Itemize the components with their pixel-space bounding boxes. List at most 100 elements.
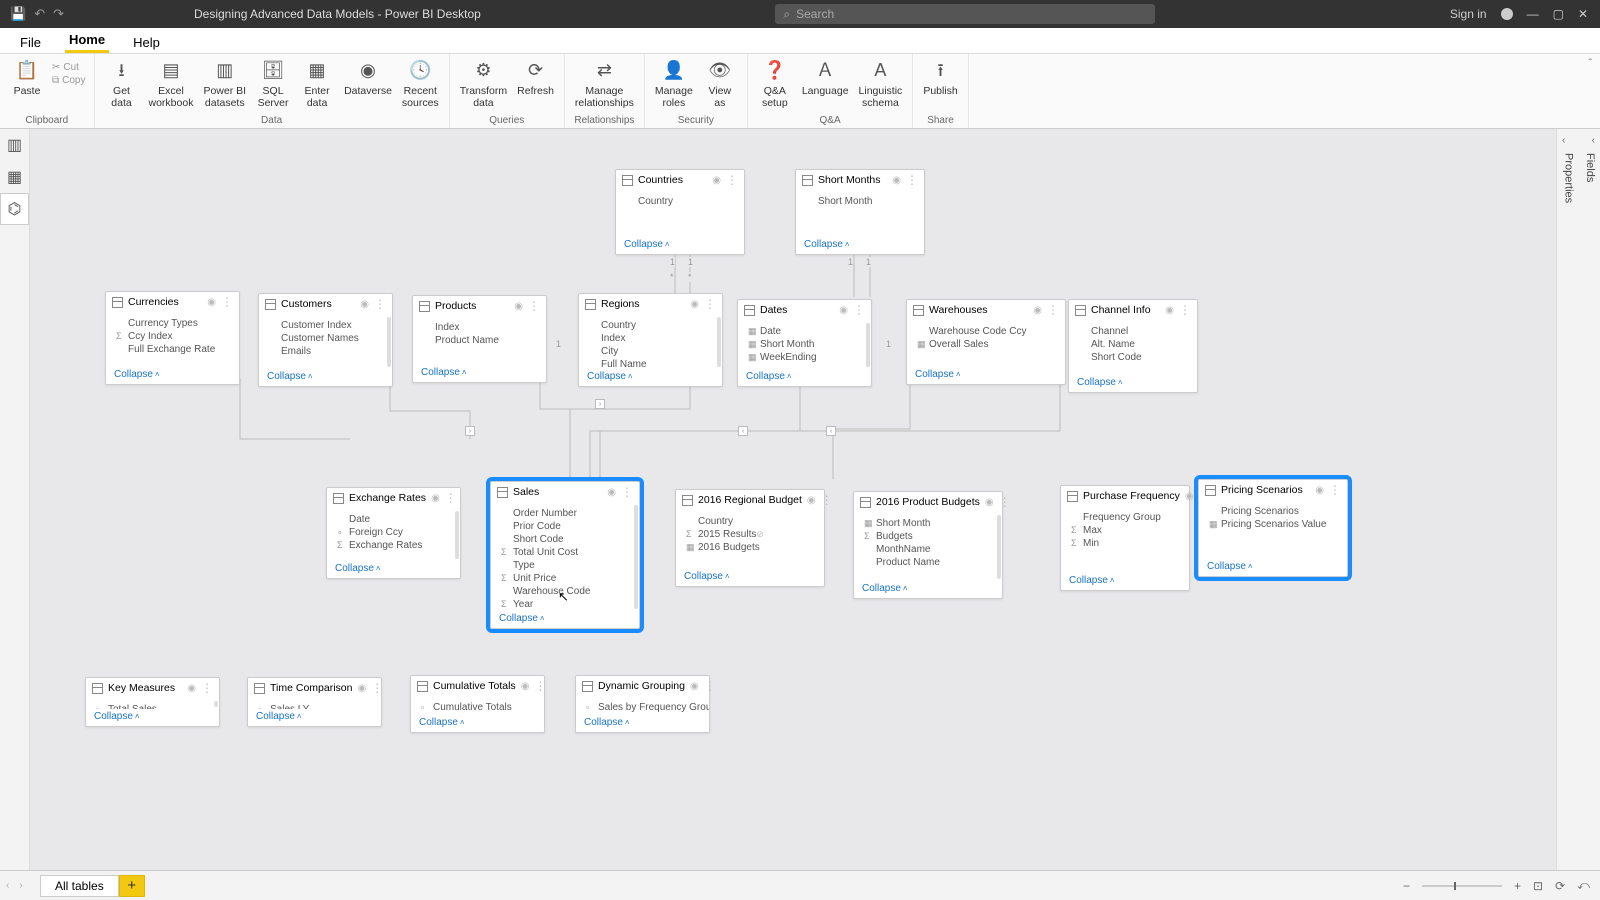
more-icon[interactable]: ⋮ — [445, 494, 457, 502]
ribbon-button[interactable]: 🕓Recentsources — [400, 56, 441, 113]
field-item[interactable]: ▦2016 Budgets — [686, 541, 822, 554]
table-card-channelinfo[interactable]: Channel Info◉⋮ChannelAlt. NameShort Code… — [1068, 299, 1198, 393]
table-header[interactable]: Pricing Scenarios◉⋮ — [1199, 480, 1347, 501]
more-icon[interactable]: ⋮ — [1047, 306, 1059, 314]
field-item[interactable]: ΣMin — [1071, 537, 1187, 550]
ribbon-button[interactable]: ＡLanguage — [800, 56, 851, 113]
field-item[interactable]: ▫Total Sales — [96, 703, 217, 709]
collapse-link[interactable]: Collapse˄ — [421, 367, 467, 378]
visibility-icon[interactable]: ◉ — [690, 299, 699, 310]
collapse-link[interactable]: Collapse˄ — [624, 239, 670, 250]
ribbon-button[interactable]: ▤Excelworkbook — [147, 56, 196, 113]
collapse-link[interactable]: Collapse˄ — [1207, 561, 1253, 572]
field-item[interactable]: ▦Short Month — [748, 338, 869, 351]
expand-fields-icon[interactable]: ‹ — [1592, 135, 1595, 146]
ribbon-button[interactable]: ⭳Getdata — [103, 56, 141, 113]
cut-button[interactable]: ✂Cut — [52, 62, 86, 73]
field-item[interactable]: Emails — [269, 345, 390, 358]
field-item[interactable]: Warehouse Code — [501, 585, 637, 598]
field-item[interactable]: ▦WeekEnding — [748, 351, 869, 364]
table-card-dates[interactable]: Dates◉⋮▦Date▦Short Month▦WeekEndingColla… — [737, 299, 872, 387]
table-header[interactable]: Channel Info◉⋮ — [1069, 300, 1197, 321]
fields-pane-tab[interactable]: Fields — [1579, 129, 1600, 870]
avatar-icon[interactable] — [1501, 8, 1513, 20]
collapse-link[interactable]: Collapse˄ — [114, 369, 160, 380]
collapse-link[interactable]: Collapse˄ — [419, 717, 465, 728]
more-icon[interactable]: ⋮ — [621, 488, 633, 496]
collapse-link[interactable]: Collapse˄ — [1077, 377, 1123, 388]
field-item[interactable]: Frequency Group — [1071, 511, 1187, 524]
redo-icon[interactable]: ↷ — [53, 6, 64, 22]
table-header[interactable]: Sales◉⋮ — [491, 482, 639, 503]
table-header[interactable]: Cumulative Totals◉⋮ — [411, 676, 544, 697]
table-header[interactable]: Dynamic Grouping◉⋮ — [576, 676, 709, 697]
visibility-icon[interactable]: ◉ — [514, 301, 523, 312]
ribbon-button[interactable]: ▦Enterdata — [298, 56, 336, 113]
save-icon[interactable]: 💾 — [10, 6, 26, 22]
undo-icon[interactable]: ↶ — [34, 6, 45, 22]
field-item[interactable]: Σ2015 Results⊘ — [686, 528, 822, 541]
fit-to-page-icon[interactable]: ⊡ — [1533, 879, 1543, 893]
collapse-link[interactable]: Collapse˄ — [915, 369, 961, 380]
model-canvas[interactable]: 11 ** 11 11 1 1 1 1 › › ‹ ‹ Countries◉⋮C… — [30, 129, 1556, 870]
table-card-pricingscenarios[interactable]: Pricing Scenarios◉⋮Pricing Scenarios▦Pri… — [1198, 479, 1348, 577]
field-item[interactable]: Country — [589, 319, 720, 332]
table-header[interactable]: Regions◉⋮ — [579, 294, 722, 315]
table-header[interactable]: Currencies◉⋮ — [106, 292, 239, 313]
more-icon[interactable]: ⋮ — [534, 682, 546, 690]
collapse-link[interactable]: Collapse˄ — [256, 711, 302, 722]
ribbon-button[interactable]: ◉Dataverse — [342, 56, 394, 113]
field-item[interactable]: Full Name — [589, 358, 720, 369]
more-icon[interactable]: ⋮ — [704, 682, 716, 690]
table-card-keymeasures[interactable]: Key Measures◉⋮▫Total SalesCollapse˄ — [85, 677, 220, 727]
visibility-icon[interactable]: ◉ — [357, 683, 366, 694]
visibility-icon[interactable]: ◉ — [807, 495, 816, 506]
ribbon-button[interactable]: 🗄SQLServer — [254, 56, 292, 113]
table-card-currencies[interactable]: Currencies◉⋮Currency TypesΣCcy IndexFull… — [105, 291, 240, 385]
collapse-link[interactable]: Collapse˄ — [684, 571, 730, 582]
more-icon[interactable]: ⋮ — [374, 300, 386, 308]
table-header[interactable]: 2016 Regional Budget◉⋮ — [676, 490, 824, 511]
visibility-icon[interactable]: ◉ — [360, 299, 369, 310]
field-item[interactable]: Index — [423, 321, 544, 334]
field-item[interactable]: Type — [501, 559, 637, 572]
more-icon[interactable]: ⋮ — [906, 176, 918, 184]
collapse-link[interactable]: Collapse˄ — [94, 711, 140, 722]
table-header[interactable]: 2016 Product Budgets◉⋮ — [854, 492, 1002, 513]
collapse-ribbon-icon[interactable]: ˆ — [1589, 58, 1592, 69]
table-header[interactable]: Countries◉⋮ — [616, 170, 744, 191]
field-item[interactable]: ΣUnit Price — [501, 572, 637, 585]
table-card-regions[interactable]: Regions◉⋮CountryIndexCityFull NameCollap… — [578, 293, 723, 387]
table-header[interactable]: Exchange Rates◉⋮ — [327, 488, 460, 509]
field-item[interactable]: Product Name — [864, 556, 1000, 569]
field-item[interactable]: ΣMax — [1071, 524, 1187, 537]
table-card-customers[interactable]: Customers◉⋮Customer IndexCustomer NamesE… — [258, 293, 393, 387]
field-item[interactable]: Customer Names — [269, 332, 390, 345]
visibility-icon[interactable]: ◉ — [985, 497, 994, 508]
field-item[interactable]: Customer Index — [269, 319, 390, 332]
field-item[interactable]: Warehouse Code Ccy — [917, 325, 1063, 338]
collapse-link[interactable]: Collapse˄ — [267, 371, 313, 382]
field-item[interactable]: Order Number — [501, 507, 637, 520]
field-item[interactable]: Short Code — [1079, 351, 1195, 364]
collapse-link[interactable]: Collapse˄ — [499, 613, 545, 624]
more-icon[interactable]: ⋮ — [1179, 306, 1191, 314]
collapse-link[interactable]: Collapse˄ — [862, 583, 908, 594]
field-item[interactable]: Country — [686, 515, 822, 528]
visibility-icon[interactable]: ◉ — [839, 305, 848, 316]
search-box[interactable]: ⌕ Search — [775, 4, 1155, 24]
more-icon[interactable]: ⋮ — [999, 498, 1011, 506]
field-item[interactable]: ΣTotal Unit Cost — [501, 546, 637, 559]
minimize-icon[interactable]: — — [1527, 7, 1539, 21]
table-card-productbudgets[interactable]: 2016 Product Budgets◉⋮▦Short MonthΣBudge… — [853, 491, 1003, 599]
expand-properties-icon[interactable]: ‹ — [1562, 135, 1565, 146]
field-item[interactable]: Pricing Scenarios — [1209, 505, 1345, 518]
more-icon[interactable]: ⋮ — [371, 684, 383, 692]
properties-pane-tab[interactable]: Properties — [1557, 129, 1579, 870]
visibility-icon[interactable]: ◉ — [1185, 491, 1194, 502]
ribbon-button[interactable]: ⚙Transformdata — [458, 56, 509, 113]
tab-home[interactable]: Home — [65, 28, 109, 53]
table-header[interactable]: Warehouses◉⋮ — [907, 300, 1065, 321]
more-icon[interactable]: ⋮ — [821, 496, 833, 504]
ribbon-button[interactable]: 👤Manageroles — [653, 56, 695, 113]
